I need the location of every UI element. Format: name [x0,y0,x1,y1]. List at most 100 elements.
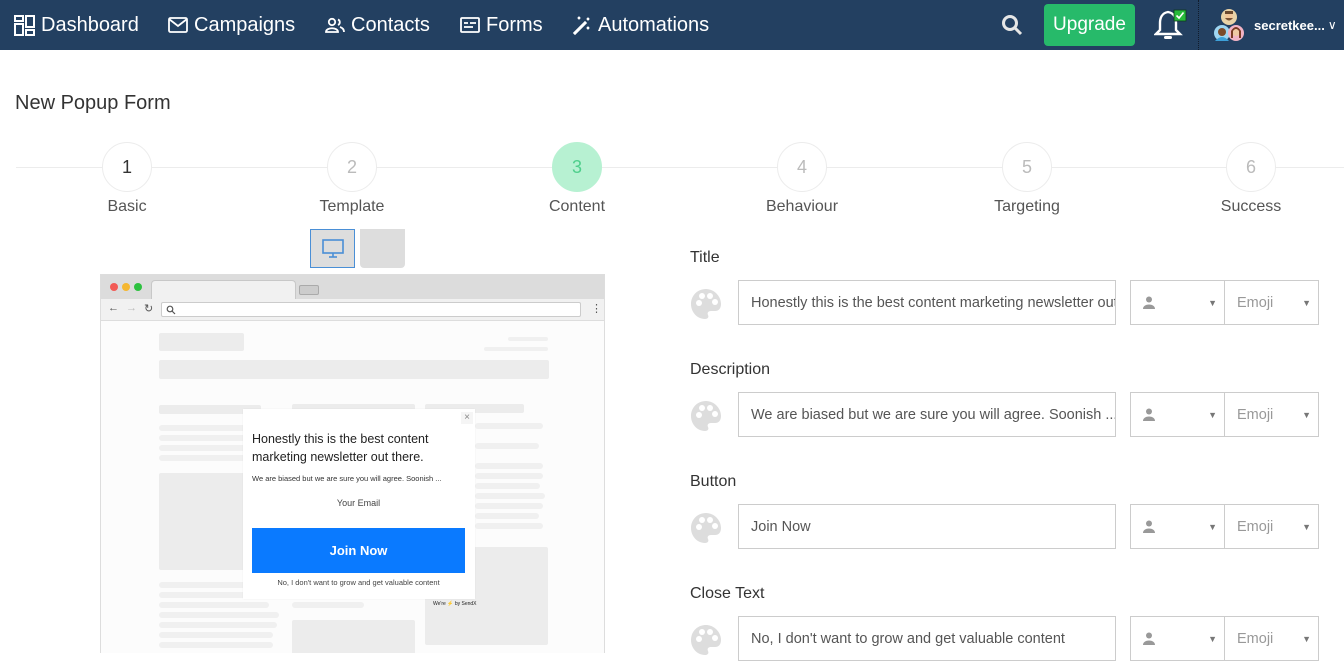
placeholder-block [159,333,244,351]
placeholder-image [292,620,415,653]
palette-icon[interactable] [690,288,722,320]
palette-icon[interactable] [690,400,722,432]
step-label: Template [319,198,385,215]
description-input[interactable]: We are biased but we are sure you will a… [738,392,1116,437]
nav-campaigns-label: Campaigns [194,13,296,36]
emoji-select[interactable]: Emoji ▼ [1224,392,1319,437]
close-text-input[interactable]: No, I don't want to grow and get valuabl… [738,616,1116,661]
field-label: Title [690,249,720,266]
nav-contacts[interactable]: Contacts [325,0,430,50]
browser-toolbar: ← → ↻ ⋮ [101,299,604,321]
caret-down-icon: ▼ [1208,633,1217,644]
placeholder-line [475,493,545,499]
personalize-select[interactable]: ▼ [1130,392,1225,437]
emoji-select-label: Emoji [1237,518,1274,535]
personalize-select[interactable]: ▼ [1130,616,1225,661]
nav-forms-label: Forms [486,13,543,36]
step-success[interactable]: 6 Success [1191,142,1311,216]
stepper-line [16,167,1344,168]
step-targeting[interactable]: 5 Targeting [967,142,1087,216]
placeholder-line [475,473,543,479]
step-number: 6 [1226,142,1276,192]
button-text-input[interactable]: Join Now [738,504,1116,549]
nav-dashboard[interactable]: Dashboard [14,0,139,50]
popup-email-field: Your Email [252,491,465,515]
title-input[interactable]: Honestly this is the best content market… [738,280,1116,325]
upgrade-button[interactable]: Upgrade [1044,4,1135,46]
caret-down-icon: ▼ [1208,297,1217,308]
popup-description: We are biased but we are sure you will a… [252,474,442,483]
address-bar [161,302,581,317]
maximize-dot [134,283,142,291]
step-content[interactable]: 3 Content [517,142,637,216]
nav-automations-label: Automations [598,13,710,36]
reload-icon: ↻ [144,303,154,315]
new-tab [299,285,319,295]
personalize-select[interactable]: ▼ [1130,504,1225,549]
search-icon[interactable] [1000,13,1024,37]
user-avatar[interactable] [1212,8,1246,42]
notifications-button[interactable] [1153,9,1188,41]
field-label: Button [690,473,737,490]
placeholder-line [159,445,249,451]
envelope-icon [168,17,188,33]
placeholder-nav [159,360,549,379]
nav-divider [1198,0,1199,50]
step-number: 1 [102,142,152,192]
placeholder-line [475,463,543,469]
emoji-select-label: Emoji [1237,630,1274,647]
user-icon [1143,408,1155,421]
username: secretkee... [1254,17,1325,33]
caret-down-icon: ▼ [1208,409,1217,420]
popup-branding: We're ⚡ by SendX [433,601,477,607]
step-behaviour[interactable]: 4 Behaviour [742,142,862,216]
caret-down-icon: ▼ [1302,633,1311,644]
step-basic[interactable]: 1 Basic [67,142,187,216]
back-icon: ← [108,302,119,314]
nav-contacts-label: Contacts [351,13,430,36]
dashboard-icon [14,14,35,36]
user-menu[interactable]: secretkee... ∨ [1254,0,1337,50]
step-number: 4 [777,142,827,192]
placeholder-line [159,455,249,461]
field-label: Description [690,361,771,378]
caret-down-icon: ▼ [1302,297,1311,308]
nav-automations[interactable]: Automations [572,0,709,50]
user-icon [1143,296,1155,309]
search-icon [166,305,176,315]
field-label: Close Text [690,585,765,602]
browser-titlebar [101,275,604,300]
placeholder-line [475,523,543,529]
emoji-select[interactable]: Emoji ▼ [1224,504,1319,549]
step-number: 5 [1002,142,1052,192]
personalize-select[interactable]: ▼ [1130,280,1225,325]
step-number: 3 [552,142,602,192]
kebab-menu-icon: ⋮ [591,303,602,315]
nav-forms[interactable]: Forms [460,0,543,50]
popup-close-text: No, I don't want to grow and get valuabl… [277,578,440,587]
user-icon [1143,520,1155,533]
emoji-select[interactable]: Emoji ▼ [1224,280,1319,325]
close-icon: × [461,412,473,424]
placeholder-line [475,483,540,489]
step-label: Behaviour [765,198,839,215]
chevron-down-icon: ∨ [1327,18,1337,32]
contacts-icon [325,17,345,33]
caret-down-icon: ▼ [1302,409,1311,420]
step-label: Basic [107,198,147,215]
nav-campaigns[interactable]: Campaigns [168,0,295,50]
placeholder-line [159,632,273,638]
bell-icon [1153,9,1187,39]
palette-icon[interactable] [690,624,722,656]
top-nav: Dashboard Campaigns Contacts Forms Autom… [0,0,1344,50]
placeholder-line [159,642,273,648]
emoji-select[interactable]: Emoji ▼ [1224,616,1319,661]
palette-icon[interactable] [690,512,722,544]
placeholder-image [159,473,249,570]
placeholder-line [159,602,269,608]
desktop-preview-tab[interactable] [310,229,355,268]
mobile-preview-tab[interactable] [360,229,405,268]
caret-down-icon: ▼ [1208,521,1217,532]
popup-join-button: Join Now [252,528,465,573]
step-template[interactable]: 2 Template [292,142,412,216]
